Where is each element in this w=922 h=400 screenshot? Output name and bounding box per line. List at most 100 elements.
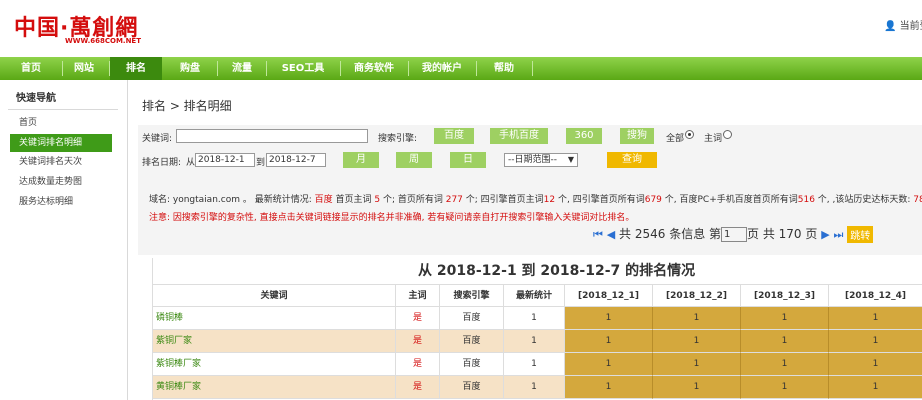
stats-text: 首页主词 — [332, 195, 375, 205]
period-day-button[interactable]: 日 — [450, 152, 486, 168]
col-header-main: 主词 — [396, 284, 440, 307]
page-input[interactable]: 1 — [721, 227, 748, 242]
keyword-link[interactable]: 紫铜厂家 — [153, 330, 396, 353]
sidebar-title: 快速导航 — [16, 93, 56, 104]
date-from-input[interactable]: 2018-12-1 — [195, 153, 255, 167]
rank-cell: 1 — [653, 330, 741, 353]
site-header: 中国·萬創網 WWW.668COM.NET 👤 当前登 — [0, 0, 922, 57]
nav-item-software[interactable]: 商务软件 — [340, 57, 408, 80]
stats-value: 679 — [644, 195, 662, 205]
rank-cell: 1 — [653, 353, 741, 376]
date-to-input[interactable]: 2018-12-7 — [266, 153, 326, 167]
engine-baidu-button[interactable]: 百度 — [434, 128, 474, 144]
user-area[interactable]: 👤 当前登 — [884, 17, 922, 32]
latest-cell: 1 — [504, 330, 565, 353]
divider — [8, 109, 118, 110]
prev-page-icon[interactable]: ◀ — [607, 228, 615, 241]
scope-all-radio[interactable] — [685, 130, 694, 139]
sidebar-item-service[interactable]: 服务达标明细 — [10, 193, 112, 211]
main-content: 排名 > 排名明细 关键词: 搜索引擎: 百度 手机百度 360 搜狗 全部 主… — [128, 80, 922, 400]
breadcrumb: 排名 > 排名明细 — [142, 99, 232, 113]
col-header-latest: 最新统计 — [504, 284, 565, 307]
nav-item-traffic[interactable]: 流量 — [218, 57, 266, 80]
rank-cell: 1 — [565, 330, 653, 353]
stats-text: 个; 四引擎首页主词 — [462, 195, 544, 205]
main-flag: 是 — [396, 330, 440, 353]
sidebar-item-trend[interactable]: 达成数量走势图 — [10, 173, 112, 191]
engine-label: 搜索引擎: — [378, 134, 418, 144]
rank-cell: 1 — [653, 307, 741, 330]
stats-text: 个, 四引擎首页所有词 — [555, 195, 645, 205]
stats-line: 域名: yongtaian.com 。 最新统计情况: 百度 首页主词 5 个;… — [149, 192, 922, 205]
scope-main-radio[interactable] — [723, 130, 732, 139]
date-to-label: 到 — [256, 158, 266, 168]
rank-cell: 1 — [741, 353, 829, 376]
scope-all-label: 全部 — [666, 134, 685, 144]
stats-value: 78 — [913, 195, 922, 205]
sidebar-item-home[interactable]: 首页 — [10, 114, 112, 132]
col-header-date: [2018_12_4] — [829, 284, 922, 307]
query-button[interactable]: 查询 — [607, 152, 657, 168]
nav-item-site[interactable]: 网站 — [55, 57, 113, 80]
latest-cell: 1 — [504, 353, 565, 376]
col-header-engine: 搜索引擎 — [440, 284, 504, 307]
nav-item-seo[interactable]: SEO工具 — [266, 57, 340, 80]
engine-mobile-baidu-button[interactable]: 手机百度 — [490, 128, 548, 144]
user-label: 当前登 — [899, 21, 922, 32]
nav-item-account[interactable]: 我的帐户 — [408, 57, 476, 80]
main-flag: 是 — [396, 376, 440, 399]
rank-cell: 1 — [829, 307, 922, 330]
pager: ⏮ ◀ 共 2546 条信息 第1页 共 170 页 ▶ ⏭ 跳转 — [593, 225, 874, 243]
engine-cell: 百度 — [440, 307, 504, 330]
latest-cell: 1 — [504, 376, 565, 399]
sidebar-item-rank-days[interactable]: 关键词排名天次 — [10, 153, 112, 171]
rank-cell: 1 — [565, 307, 653, 330]
table-caption-text: 从 2018-12-1 到 2018-12-7 的排名情况 — [418, 263, 696, 279]
keyword-input[interactable] — [176, 129, 368, 143]
rank-cell: 1 — [565, 353, 653, 376]
next-page-icon[interactable]: ▶ — [821, 228, 829, 241]
sidebar: 快速导航 首页 关键词排名明细 关键词排名天次 达成数量走势图 服务达标明细 — [0, 80, 128, 400]
date-range-value: --日期范围-- — [508, 155, 557, 165]
jump-button[interactable]: 跳转 — [847, 226, 874, 243]
first-page-icon[interactable]: ⏮ — [593, 228, 603, 241]
engine-360-button[interactable]: 360 — [566, 128, 602, 144]
rank-cell: 1 — [829, 330, 922, 353]
nav-item-help[interactable]: 帮助 — [476, 57, 532, 80]
period-month-button[interactable]: 月 — [343, 152, 379, 168]
main-flag: 是 — [396, 307, 440, 330]
date-range-select[interactable]: --日期范围-- ▼ — [504, 153, 578, 167]
rank-cell: 1 — [829, 353, 922, 376]
rank-table: 从 2018-12-1 到 2018-12-7 的排名情况 关键词 主词 搜索引… — [152, 258, 922, 400]
logo-url: WWW.668COM.NET — [65, 37, 141, 45]
table-caption: 从 2018-12-1 到 2018-12-7 的排名情况 — [153, 258, 922, 284]
col-header-date: [2018_12_1] — [565, 284, 653, 307]
nav-item-buy[interactable]: 购盘 — [162, 57, 218, 80]
period-week-button[interactable]: 周 — [396, 152, 432, 168]
main-flag: 是 — [396, 353, 440, 376]
stats-engine: 百度 — [314, 195, 333, 205]
stats-domain: 域名: yongtaian.com 。 最新统计情况: — [149, 195, 315, 205]
nav-item-rank[interactable]: 排名 — [110, 57, 162, 80]
date-label: 排名日期: — [142, 158, 182, 168]
keyword-link[interactable]: 磷铜棒 — [153, 307, 396, 330]
col-header-keyword: 关键词 — [153, 284, 396, 307]
stats-value: 12 — [543, 195, 556, 205]
sidebar-item-rank-detail[interactable]: 关键词排名明细 — [10, 134, 112, 152]
col-header-date: [2018_12_2] — [653, 284, 741, 307]
stats-value: 516 — [797, 195, 815, 205]
rank-cell: 1 — [741, 307, 829, 330]
nav-item-home[interactable]: 首页 — [0, 57, 62, 80]
stats-text: 个, ,该站历史达标天数: — [814, 195, 914, 205]
engine-sogou-button[interactable]: 搜狗 — [620, 128, 654, 144]
last-page-icon[interactable]: ⏭ — [834, 228, 844, 241]
stats-text: 个, 百度PC+手机百度首页所有词 — [661, 195, 798, 205]
keyword-link[interactable]: 黄铜棒厂家 — [153, 376, 396, 399]
engine-cell: 百度 — [440, 353, 504, 376]
notice-text: 注意: 因搜索引擎的复杂性, 直接点击关键词链接显示的排名并非准确, 若有疑问请… — [149, 213, 635, 223]
keyword-link[interactable]: 紫铜棒厂家 — [153, 353, 396, 376]
engine-cell: 百度 — [440, 376, 504, 399]
engine-cell: 百度 — [440, 330, 504, 353]
site-logo[interactable]: 中国·萬創網 WWW.668COM.NET — [14, 10, 174, 50]
rank-cell: 1 — [741, 330, 829, 353]
